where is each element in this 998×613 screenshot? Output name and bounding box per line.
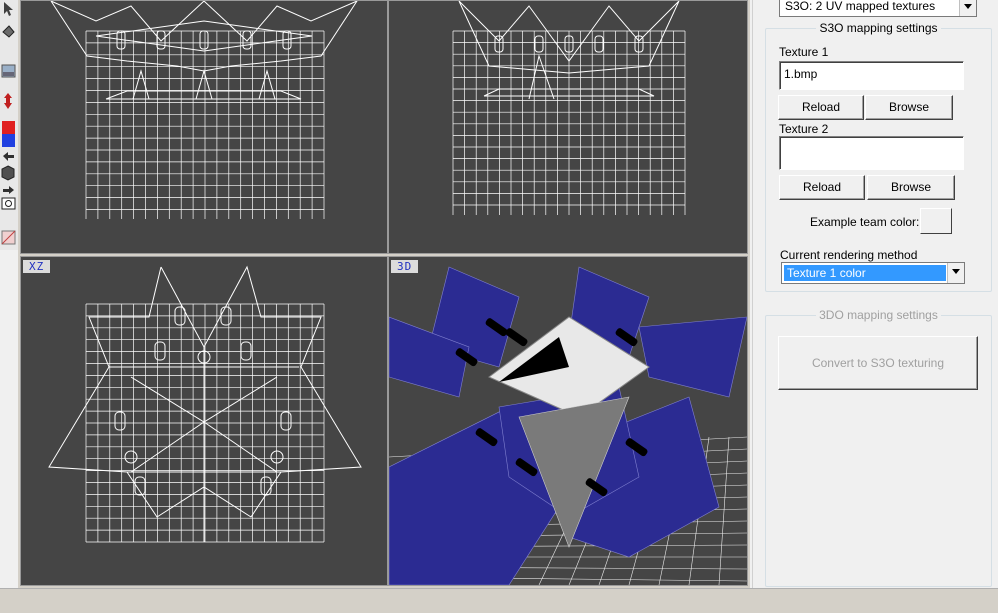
convert-s3o-button[interactable]: Convert to S3O texturing: [778, 336, 978, 390]
texture1-label: Texture 1: [779, 45, 829, 59]
viewport-label-3d: 3D: [391, 260, 419, 273]
3do-settings-group: 3DO mapping settings Convert to S3O text…: [765, 308, 992, 587]
texture2-field[interactable]: [779, 136, 964, 170]
redo-icon[interactable]: [1, 184, 16, 194]
reload1-button[interactable]: Reload: [778, 95, 864, 120]
color-icon[interactable]: [1, 120, 16, 148]
texture-mode-value: S3O: 2 UV mapped textures: [785, 0, 936, 13]
rendering-method-label: Current rendering method: [780, 248, 918, 262]
rotate-icon[interactable]: [1, 22, 16, 40]
select-icon[interactable]: [1, 0, 16, 18]
reload2-button[interactable]: Reload: [779, 175, 865, 200]
status-bar: [0, 588, 998, 613]
wireframe-side: [452, 1, 686, 215]
3do-group-title: 3DO mapping settings: [816, 308, 941, 322]
camera-icon[interactable]: [1, 194, 16, 212]
texture-mode-dropdown[interactable]: S3O: 2 UV mapped textures: [779, 0, 977, 17]
viewport-area: XZ 3D: [18, 0, 750, 588]
browse2-button[interactable]: Browse: [867, 175, 955, 200]
rendering-method-value: Texture 1 color: [784, 265, 946, 281]
team-color-swatch[interactable]: [920, 208, 952, 234]
browse1-button[interactable]: Browse: [865, 95, 953, 120]
undo-icon[interactable]: [1, 150, 16, 162]
tool-strip: [0, 0, 19, 250]
texture-icon[interactable]: [1, 228, 16, 246]
cube-icon[interactable]: [1, 164, 16, 182]
s3o-settings-group: S3O mapping settings Texture 1 1.bmp Rel…: [765, 21, 992, 292]
wireframe-top: [48, 265, 362, 543]
viewport-3d[interactable]: 3D: [388, 256, 748, 586]
chevron-down-icon[interactable]: [959, 0, 976, 16]
texture1-value: 1.bmp: [784, 67, 818, 81]
rendering-method-dropdown[interactable]: Texture 1 color: [781, 262, 965, 284]
settings-panel: S3O: 2 UV mapped textures S3O mapping se…: [752, 0, 998, 588]
viewport-label-xz: XZ: [23, 260, 51, 273]
wireframe-front: [50, 1, 358, 219]
textured-model-3d: [389, 266, 747, 585]
viewport-side[interactable]: [388, 0, 748, 254]
move-icon[interactable]: [1, 92, 16, 110]
image-icon[interactable]: [1, 62, 16, 80]
texture1-field[interactable]: 1.bmp: [779, 61, 964, 90]
viewport-front[interactable]: [20, 0, 388, 254]
viewport-xz[interactable]: XZ: [20, 256, 388, 586]
chevron-down-icon[interactable]: [947, 263, 964, 283]
team-color-label: Example team color:: [810, 215, 920, 229]
s3o-group-title: S3O mapping settings: [816, 21, 941, 35]
texture2-label: Texture 2: [779, 122, 829, 136]
